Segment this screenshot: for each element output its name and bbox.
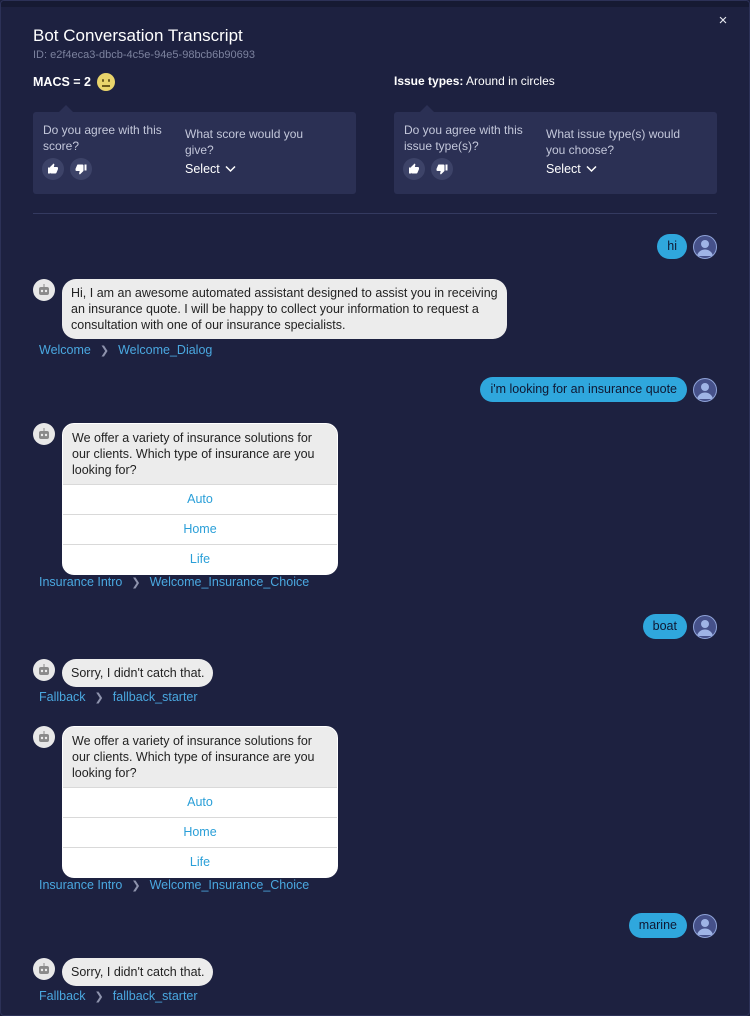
issue-types: Issue types: Around in circles [394, 74, 555, 88]
user-avatar-icon [693, 234, 717, 259]
bot-choice-card: We offer a variety of insurance solution… [62, 726, 338, 878]
thumbs-up-icon[interactable] [42, 158, 64, 180]
user-message: hi [657, 234, 717, 259]
close-icon[interactable]: × [715, 13, 731, 29]
chevron-down-icon [225, 165, 236, 173]
score-choose-question: What score would you give? [185, 127, 304, 157]
breadcrumb-node-link[interactable]: Fallback [39, 690, 86, 704]
score-agree-question: Do you agree with this score? [43, 123, 162, 153]
score-feedback-card: Do you agree with this score? What score… [33, 105, 356, 194]
issue-select-label: Select [546, 162, 581, 176]
breadcrumb: Insurance Intro ❯ Welcome_Insurance_Choi… [39, 878, 309, 892]
breadcrumb: Insurance Intro ❯ Welcome_Insurance_Choi… [39, 575, 309, 589]
issue-agree-question: Do you agree with this issue type(s)? [404, 123, 523, 153]
breadcrumb-node-link[interactable]: Insurance Intro [39, 878, 122, 892]
issue-choose-question: What issue type(s) would you choose? [546, 127, 681, 157]
chevron-right-icon: ❯ [131, 576, 141, 589]
chevron-down-icon [586, 165, 597, 173]
breadcrumb: Fallback ❯ fallback_starter [39, 989, 198, 1003]
macs-label: MACS = 2 [33, 75, 92, 89]
choice-auto-button[interactable]: Auto [63, 484, 337, 514]
bot-avatar-icon [33, 423, 55, 445]
choice-home-button[interactable]: Home [63, 817, 337, 847]
user-message: i'm looking for an insurance quote [480, 377, 717, 402]
score-thumbs [42, 158, 92, 180]
issue-types-value: Around in circles [466, 74, 555, 88]
breadcrumb-node-link[interactable]: Fallback [39, 989, 86, 1003]
background-strip [1, 1, 749, 7]
user-message-bubble: marine [628, 913, 687, 938]
issue-select[interactable]: Select [546, 162, 597, 176]
chevron-right-icon: ❯ [94, 691, 104, 704]
thumbs-up-icon[interactable] [403, 158, 425, 180]
bot-avatar-icon [33, 958, 55, 980]
macs-score: MACS = 2 [33, 73, 116, 91]
breadcrumb-dialog-link[interactable]: fallback_starter [113, 989, 198, 1003]
issue-feedback-card: Do you agree with this issue type(s)? Wh… [394, 105, 717, 194]
user-message-bubble: i'm looking for an insurance quote [480, 377, 687, 402]
user-avatar-icon [693, 377, 717, 402]
user-message: marine [628, 913, 717, 938]
bot-avatar-icon [33, 279, 55, 301]
breadcrumb: Welcome ❯ Welcome_Dialog [39, 343, 212, 357]
neutral-face-icon [97, 73, 116, 91]
conversation-id: ID: e2f4eca3-dbcb-4c5e-94e5-98bcb6b90693 [33, 49, 255, 61]
issue-thumbs [403, 158, 453, 180]
user-message: boat [642, 614, 717, 639]
bot-message-text: We offer a variety of insurance solution… [63, 424, 337, 484]
breadcrumb-node-link[interactable]: Welcome [39, 343, 91, 357]
user-message-bubble: boat [642, 614, 687, 639]
breadcrumb-dialog-link[interactable]: fallback_starter [113, 690, 198, 704]
chevron-right-icon: ❯ [131, 879, 141, 892]
chevron-right-icon: ❯ [94, 990, 104, 1003]
bot-message-bubble: Sorry, I didn't catch that. [62, 659, 214, 687]
choice-life-button[interactable]: Life [63, 847, 337, 877]
thumbs-down-icon[interactable] [431, 158, 453, 180]
page-title: Bot Conversation Transcript [33, 26, 243, 45]
choice-home-button[interactable]: Home [63, 514, 337, 544]
issue-types-label: Issue types: [394, 74, 464, 88]
transcript-modal: × Bot Conversation Transcript ID: e2f4ec… [0, 0, 750, 1016]
user-avatar-icon [693, 614, 717, 639]
user-avatar-icon [693, 913, 717, 938]
user-message-bubble: hi [657, 234, 687, 259]
choice-auto-button[interactable]: Auto [63, 787, 337, 817]
score-select-label: Select [185, 162, 220, 176]
bot-message-bubble: Sorry, I didn't catch that. [62, 958, 214, 986]
breadcrumb-node-link[interactable]: Insurance Intro [39, 575, 122, 589]
bot-avatar-icon [33, 726, 55, 748]
bot-message-bubble: Hi, I am an awesome automated assistant … [62, 279, 507, 339]
divider [33, 213, 717, 214]
bot-avatar-icon [33, 659, 55, 681]
breadcrumb-dialog-link[interactable]: Welcome_Insurance_Choice [150, 878, 310, 892]
thumbs-down-icon[interactable] [70, 158, 92, 180]
breadcrumb: Fallback ❯ fallback_starter [39, 690, 198, 704]
bot-message-text: We offer a variety of insurance solution… [63, 727, 337, 787]
breadcrumb-dialog-link[interactable]: Welcome_Dialog [118, 343, 212, 357]
breadcrumb-dialog-link[interactable]: Welcome_Insurance_Choice [150, 575, 310, 589]
chevron-right-icon: ❯ [99, 344, 110, 357]
choice-life-button[interactable]: Life [63, 544, 337, 574]
score-select[interactable]: Select [185, 162, 236, 176]
bot-choice-card: We offer a variety of insurance solution… [62, 423, 338, 575]
